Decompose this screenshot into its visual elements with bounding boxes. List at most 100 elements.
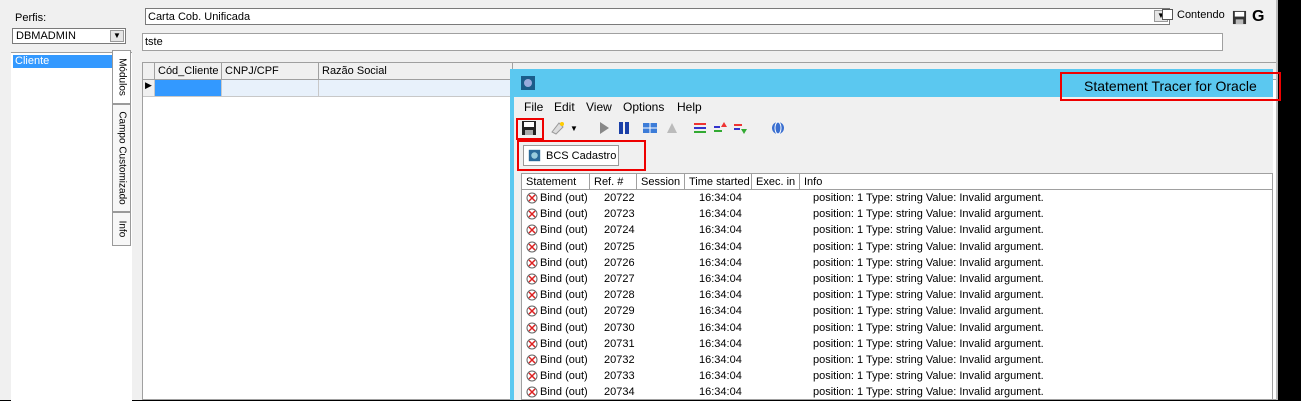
menu-view[interactable]: View bbox=[586, 100, 612, 114]
contendo-checkbox[interactable] bbox=[1162, 9, 1173, 20]
menu-help[interactable]: Help bbox=[677, 100, 702, 114]
clear-icon[interactable] bbox=[550, 120, 566, 136]
report-value: Carta Cob. Unificada bbox=[148, 11, 251, 23]
chevron-down-icon[interactable]: ▼ bbox=[570, 124, 586, 140]
cell-info: position: 1 Type: string Value: Invalid … bbox=[813, 208, 1044, 221]
cell-ref: 20731 bbox=[604, 337, 635, 350]
app-icon bbox=[521, 76, 535, 90]
cell-ref: 20727 bbox=[604, 273, 635, 285]
col-time-started[interactable]: Time started bbox=[685, 174, 752, 190]
cell-statement: Bind (out) bbox=[540, 192, 588, 204]
table-row[interactable]: Bind (out) 20727 16:34:04 position: 1 Type:… bbox=[522, 271, 1272, 287]
row-indicator: ▶ bbox=[143, 80, 155, 97]
cell-info: position: 1 Type: string Value: Invalid … bbox=[813, 289, 1044, 302]
pause-icon[interactable] bbox=[616, 120, 632, 136]
table-row[interactable]: Bind (out) 20728 16:34:04 position: 1 Type:… bbox=[522, 287, 1272, 303]
col-razao-social[interactable]: Razão Social bbox=[319, 63, 513, 80]
bind-icon bbox=[526, 322, 538, 334]
search-value: tste bbox=[145, 36, 163, 48]
cell-statement: Bind (out) bbox=[540, 224, 588, 237]
table-row[interactable]: Bind (out) 20732 16:34:04 position: 1 Type:… bbox=[522, 352, 1272, 368]
cell-ref: 20723 bbox=[604, 208, 635, 221]
cell-time: 16:34:04 bbox=[699, 273, 742, 285]
menu-edit[interactable]: Edit bbox=[554, 100, 575, 114]
grid-cell[interactable] bbox=[222, 80, 319, 97]
database-icon bbox=[528, 149, 541, 162]
cell-ref: 20722 bbox=[604, 192, 635, 204]
cell-statement: Bind (out) bbox=[540, 240, 588, 253]
table-row[interactable]: Bind (out) 20731 16:34:04 position: 1 Type:… bbox=[522, 336, 1272, 352]
cell-ref: 20730 bbox=[604, 321, 635, 334]
table-row[interactable]: Bind (out) 20730 16:34:04 position: 1 Type:… bbox=[522, 320, 1272, 336]
cell-ref: 20728 bbox=[604, 289, 635, 302]
col-info[interactable]: Info bbox=[800, 174, 1272, 190]
tab-campo-customizado[interactable]: Campo Customizado bbox=[112, 104, 131, 212]
tab-modulos[interactable]: Módulos bbox=[112, 50, 131, 104]
tab-bcs-cadastro[interactable]: BCS Cadastro bbox=[523, 145, 619, 166]
bind-icon bbox=[526, 370, 538, 382]
grid-corner bbox=[143, 63, 155, 80]
menu-file[interactable]: File bbox=[524, 100, 543, 114]
save-icon[interactable] bbox=[521, 120, 537, 136]
module-item-cliente[interactable]: Cliente bbox=[13, 55, 113, 68]
col-exec-in[interactable]: Exec. in bbox=[752, 174, 800, 190]
filter-icon[interactable] bbox=[642, 120, 658, 136]
cell-statement: Bind (out) bbox=[540, 208, 588, 221]
search-input[interactable]: tste bbox=[142, 33, 1223, 51]
table-row[interactable]: Bind (out) 20734 16:34:04 position: 1 Type:… bbox=[522, 384, 1272, 400]
cell-time: 16:34:04 bbox=[699, 321, 742, 334]
bind-icon bbox=[526, 273, 538, 285]
col-statement[interactable]: Statement bbox=[522, 174, 590, 190]
table-row[interactable]: Bind (out) 20729 16:34:04 position: 1 Type:… bbox=[522, 303, 1272, 319]
col-ref[interactable]: Ref. # bbox=[590, 174, 637, 190]
cell-time: 16:34:04 bbox=[699, 289, 742, 302]
cell-time: 16:34:04 bbox=[699, 192, 742, 204]
bind-icon bbox=[526, 289, 538, 301]
sort-asc-icon[interactable] bbox=[712, 120, 728, 136]
table-row[interactable]: Bind (out) 20724 16:34:04 position: 1 Type:… bbox=[522, 222, 1272, 238]
play-icon[interactable] bbox=[596, 120, 612, 136]
grid-cell[interactable] bbox=[319, 80, 513, 97]
globe-icon[interactable] bbox=[770, 120, 786, 136]
perfil-select[interactable]: DBMADMIN ▼ bbox=[12, 28, 126, 44]
bind-icon bbox=[526, 354, 538, 366]
cell-statement: Bind (out) bbox=[540, 386, 588, 399]
toolbar: ▼ bbox=[514, 117, 1273, 141]
cell-ref: 20733 bbox=[604, 370, 635, 383]
highlight-icon[interactable] bbox=[664, 120, 680, 136]
col-cod-cliente[interactable]: Cód_Cliente bbox=[155, 63, 222, 80]
grid-cell-selected[interactable] bbox=[155, 80, 222, 97]
tab-info[interactable]: Info bbox=[112, 212, 131, 246]
table-row[interactable]: Bind (out) 20725 16:34:04 position: 1 Type:… bbox=[522, 239, 1272, 255]
cell-time: 16:34:04 bbox=[699, 337, 742, 350]
cell-info: position: 1 Type: string Value: Invalid … bbox=[813, 273, 1044, 285]
bind-icon bbox=[526, 192, 538, 204]
g-button[interactable]: G bbox=[1252, 8, 1264, 26]
col-session[interactable]: Session bbox=[637, 174, 685, 190]
sort-desc-icon[interactable] bbox=[732, 120, 748, 136]
cell-info: position: 1 Type: string Value: Invalid … bbox=[813, 256, 1044, 269]
cell-time: 16:34:04 bbox=[699, 370, 742, 383]
cell-ref: 20732 bbox=[604, 354, 635, 366]
bind-icon bbox=[526, 241, 538, 253]
cell-time: 16:34:04 bbox=[699, 208, 742, 221]
tab-label: BCS Cadastro bbox=[546, 150, 617, 162]
table-row[interactable]: Bind (out) 20733 16:34:04 position: 1 Type:… bbox=[522, 368, 1272, 384]
vertical-tabs: Módulos Campo Customizado Info bbox=[112, 50, 132, 400]
menu-options[interactable]: Options bbox=[623, 100, 664, 114]
table-row[interactable]: Bind (out) 20726 16:34:04 position: 1 Type:… bbox=[522, 255, 1272, 271]
cell-ref: 20734 bbox=[604, 386, 635, 399]
chevron-down-icon[interactable]: ▼ bbox=[110, 30, 124, 42]
bind-icon bbox=[526, 208, 538, 220]
cell-time: 16:34:04 bbox=[699, 305, 742, 318]
save-icon[interactable] bbox=[1232, 10, 1247, 25]
col-cnpj-cpf[interactable]: CNPJ/CPF bbox=[222, 63, 319, 80]
report-select[interactable]: Carta Cob. Unificada ▼ bbox=[145, 8, 1170, 25]
cell-info: position: 1 Type: string Value: Invalid … bbox=[813, 386, 1044, 399]
cell-statement: Bind (out) bbox=[540, 337, 588, 350]
cell-info: position: 1 Type: string Value: Invalid … bbox=[813, 240, 1044, 253]
colors-icon[interactable] bbox=[692, 120, 708, 136]
cell-statement: Bind (out) bbox=[540, 273, 588, 285]
table-row[interactable]: Bind (out) 20723 16:34:04 position: 1 Type:… bbox=[522, 206, 1272, 222]
table-row[interactable]: Bind (out) 20722 16:34:04 position: 1 Type:… bbox=[522, 190, 1272, 206]
